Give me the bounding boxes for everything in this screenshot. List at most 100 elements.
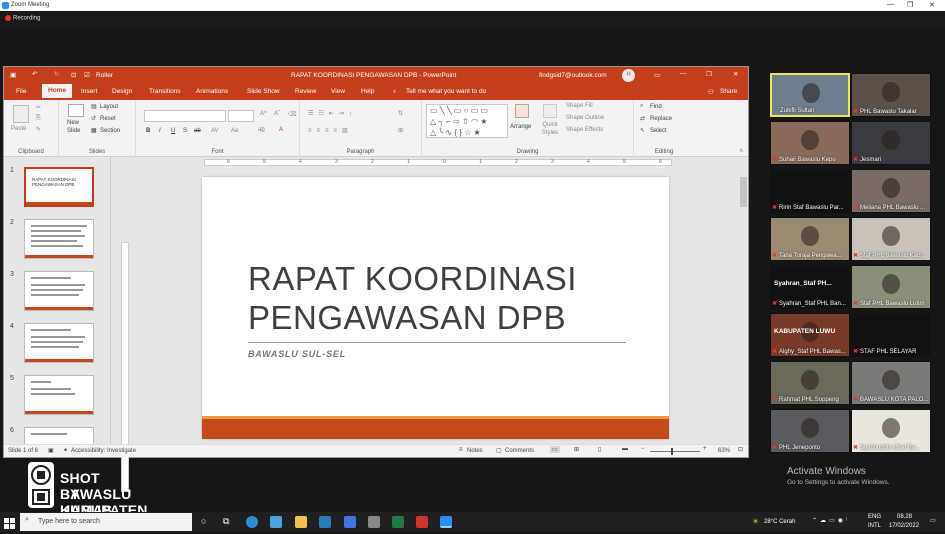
participant-tile[interactable]: ✖ Rahmat PHL Soppeng [770, 361, 850, 405]
weather-text[interactable]: 28°C Cerah [764, 519, 795, 525]
list-icons[interactable]: ☰☷⇤⇥↕ [308, 110, 357, 117]
layout-button[interactable]: Layout [100, 104, 118, 110]
tab-review[interactable]: Review [295, 88, 316, 95]
text-direction-icon[interactable]: ⇅ [398, 110, 403, 117]
select-button[interactable]: Select [650, 128, 667, 134]
windows-start-icon[interactable] [4, 516, 15, 529]
acrobat-icon[interactable] [416, 516, 428, 528]
recording-indicator[interactable]: Recording [5, 15, 40, 22]
slide-thumbnail-3[interactable] [24, 271, 94, 311]
format-painter-icon[interactable]: ✎ [36, 126, 41, 133]
align-icons[interactable]: ≡≡≡≡▥ [308, 127, 353, 134]
zoom-slider-thumb[interactable] [671, 448, 673, 455]
undo-icon[interactable]: ↶ [32, 70, 37, 78]
collapse-ribbon-icon[interactable]: ∧ [739, 147, 743, 154]
tab-transitions[interactable]: Transitions [149, 88, 181, 95]
spellcheck-icon[interactable]: ▣ [48, 447, 54, 454]
ribbon-display-icon[interactable]: ▭ [654, 71, 660, 79]
mail-icon[interactable] [319, 516, 331, 528]
underline-icon[interactable]: U [171, 128, 175, 134]
slide-thumbnail-4[interactable] [24, 323, 94, 363]
participant-tile[interactable]: ✖ Ririn Staf Bawaslu Par... [770, 169, 850, 213]
tab-file[interactable]: File [16, 88, 26, 95]
zoom-level[interactable]: 63% [718, 448, 730, 454]
quick-styles-button[interactable]: Quick Styles [538, 121, 562, 137]
minimize-button[interactable]: — [887, 1, 894, 8]
font-color-icon[interactable]: A [279, 127, 283, 133]
find-button[interactable]: Find [650, 104, 662, 110]
from-beginning-icon[interactable]: ⊡ [71, 71, 76, 79]
arrange-button[interactable]: Arrange [510, 124, 531, 130]
share-button[interactable]: Share [720, 88, 737, 95]
participant-tile[interactable]: ✖ BAWASLU KOTA PALO... [851, 361, 931, 405]
tab-slide-show[interactable]: Slide Show [247, 88, 280, 95]
redo-icon[interactable]: ↻ [54, 70, 59, 78]
bold-icon[interactable]: B [146, 128, 150, 134]
store-icon[interactable] [270, 516, 282, 528]
participant-tile[interactable]: ✖ Staf PHL Bawaslu Kab... [851, 217, 931, 261]
edge-icon[interactable] [246, 516, 258, 528]
italic-icon[interactable]: I [159, 128, 161, 134]
excel-icon[interactable] [392, 516, 404, 528]
shape-outline-button[interactable]: Shape Outline [566, 115, 604, 121]
tab-view[interactable]: View [331, 88, 345, 95]
accessibility-status[interactable]: Accessibility: Investigate [71, 448, 136, 454]
participant-tile[interactable]: ✖ Meliana PHL Bawaslu ... [851, 169, 931, 213]
task-view-icon[interactable]: ⧉ [223, 516, 229, 527]
zoom-out-icon[interactable]: − [641, 446, 645, 452]
app-icon[interactable] [344, 516, 356, 528]
app-icon[interactable] [368, 516, 380, 528]
arrange-icon[interactable] [515, 104, 529, 118]
shape-fill-button[interactable]: Shape Fill [566, 103, 593, 109]
char-spacing-icon[interactable]: AV [211, 128, 219, 134]
zoom-taskbar-icon[interactable] [440, 516, 452, 528]
font-name-box[interactable] [144, 110, 226, 122]
paste-label[interactable]: Paste [11, 126, 26, 132]
font-size-box[interactable] [228, 110, 254, 122]
file-explorer-icon[interactable] [295, 516, 307, 528]
ppt-restore-icon[interactable]: ❐ [706, 70, 712, 78]
participant-tile[interactable]: ✖ PHL Bawaslu Takalar [851, 73, 931, 117]
shapes-gallery[interactable]: ▭ ╲ ╲ ▭ ○ ▭ ▭ △ ┐ ⌐ ⇨ ⇧ ◠ ★ △ ╰ ∿ { } ☆ ★ [426, 104, 508, 138]
participant-tile[interactable]: ✖ Jesmari [851, 121, 931, 165]
participant-tile[interactable]: Zulkfli Sultan [770, 73, 850, 117]
reset-button[interactable]: Reset [100, 116, 116, 122]
ppt-minimize-icon[interactable]: — [680, 70, 687, 77]
maximize-button[interactable]: ❐ [907, 1, 913, 9]
cortana-icon[interactable]: ○ [201, 516, 206, 526]
grow-font-icon[interactable]: A^ [260, 111, 267, 117]
section-button[interactable]: Section [100, 128, 120, 134]
new-slide-icon[interactable] [68, 104, 84, 117]
participant-tile[interactable]: KABUPATEN LUWU ✖ Alghy_Staf PHL Bawas... [770, 313, 850, 357]
quick-styles-icon[interactable] [543, 104, 557, 118]
autosave-checkbox-icon[interactable]: ☑ [84, 71, 90, 79]
slide-sorter-icon[interactable]: ⊞ [574, 446, 579, 453]
taskbar-search[interactable]: ⌕ Type here to search [20, 513, 192, 531]
shrink-font-icon[interactable]: Aˇ [274, 111, 280, 117]
new-slide-button[interactable]: New Slide [67, 119, 91, 135]
zoom-in-icon[interactable]: + [703, 446, 707, 452]
slide-thumbnail-5[interactable] [24, 375, 94, 415]
slideshow-view-icon[interactable]: ▬ [622, 446, 628, 452]
comments-button[interactable]: Comments [505, 448, 534, 454]
slide-thumbnail-1[interactable]: RAPAT KOORDINASI PENGAWASAN DPB [24, 167, 94, 207]
tab-animations[interactable]: Animations [196, 88, 228, 95]
save-icon[interactable]: ▣ [10, 71, 16, 79]
language-layout[interactable]: INTL [868, 523, 881, 529]
close-button[interactable]: ✕ [929, 1, 935, 9]
shape-effects-button[interactable]: Shape Effects [566, 127, 603, 133]
clear-format-icon[interactable]: ⌫ [288, 111, 296, 118]
normal-view-icon[interactable]: ▭ [550, 446, 560, 453]
participant-tile[interactable]: ✖ Tana Toraja Pengawa... [770, 217, 850, 261]
language-code[interactable]: ENG [868, 514, 881, 520]
account-email[interactable]: findgsid7@outlook.com [539, 72, 607, 79]
paste-icon[interactable] [13, 105, 29, 123]
ppt-close-icon[interactable]: ✕ [733, 70, 738, 78]
fit-slide-icon[interactable]: ⊡ [738, 446, 743, 453]
slide-thumbnail-2[interactable] [24, 219, 94, 259]
clock-time[interactable]: 08.28 [897, 514, 912, 520]
shadow-icon[interactable]: S [183, 128, 187, 134]
vertical-scrollbar[interactable] [739, 157, 748, 444]
tray-icons[interactable]: ⌃☁▭◉⁾ [812, 517, 850, 524]
change-case-icon[interactable]: Aa [231, 128, 238, 134]
